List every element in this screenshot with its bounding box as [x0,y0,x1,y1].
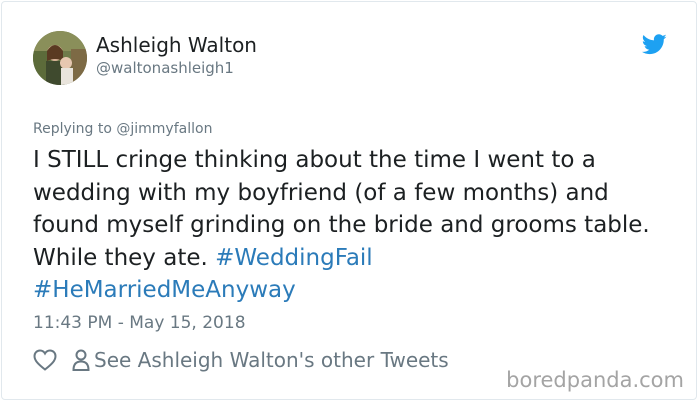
tweet-text-block: I STILL cringe thinking about the time I… [33,144,673,307]
replying-to[interactable]: Replying to @jimmyfallon [33,121,212,137]
hashtag-weddingfail[interactable]: #WeddingFail [215,245,373,271]
tweet-timestamp[interactable]: 11:43 PM - May 15, 2018 [33,313,246,333]
twitter-bird-icon[interactable] [642,34,667,55]
tweet-actions: See Ashleigh Walton's other Tweets [33,345,449,375]
hashtag-hemarriedmeanyway[interactable]: #HeMarriedMeAnyway [33,277,296,303]
heart-icon[interactable] [33,349,57,371]
person-icon [72,349,90,371]
author-name[interactable]: Ashleigh Walton [96,33,257,57]
avatar[interactable] [33,31,87,85]
avatar-photo [33,31,87,85]
see-other-tweets-link[interactable]: See Ashleigh Walton's other Tweets [94,348,449,372]
author-handle[interactable]: @waltonashleigh1 [96,59,234,77]
watermark: boredpanda.com [506,368,684,392]
